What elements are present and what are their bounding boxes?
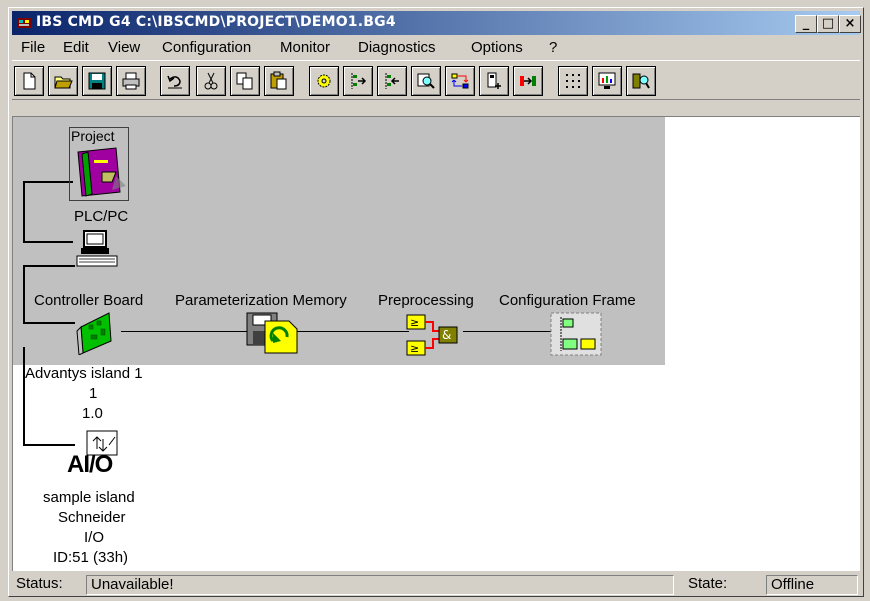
project-label: Project bbox=[71, 128, 115, 144]
preprocessing-label: Preprocessing bbox=[378, 292, 474, 309]
write-config-icon[interactable] bbox=[377, 66, 407, 96]
network-canvas[interactable]: Project PLC/PC Controller Board Paramete… bbox=[12, 116, 860, 571]
grid-icon[interactable] bbox=[558, 66, 588, 96]
minimize-button[interactable]: _ bbox=[795, 15, 817, 33]
undo-icon[interactable] bbox=[160, 66, 190, 96]
menu-file[interactable]: File bbox=[21, 39, 45, 56]
tree-line bbox=[23, 322, 75, 324]
project-book-icon bbox=[77, 147, 126, 197]
controller-board-label: Controller Board bbox=[34, 292, 144, 309]
state-label: State: bbox=[688, 575, 728, 592]
new-file-icon[interactable] bbox=[14, 66, 44, 96]
io-module-text: AI/O bbox=[67, 451, 113, 478]
tree-line bbox=[23, 181, 73, 183]
main-window: IBS CMD G4 C:\IBSCMD\PROJECT\DEMO1.BG4 _… bbox=[8, 7, 864, 597]
search-icon[interactable] bbox=[411, 66, 441, 96]
status-value: Unavailable! bbox=[86, 575, 674, 595]
svg-text:≥: ≥ bbox=[410, 316, 419, 329]
svg-text:&: & bbox=[442, 328, 451, 342]
copy-icon[interactable] bbox=[230, 66, 260, 96]
tree-line bbox=[23, 265, 25, 323]
read-config-icon[interactable] bbox=[343, 66, 373, 96]
config-frame-icon[interactable] bbox=[549, 311, 603, 357]
param-memory-label: Parameterization Memory bbox=[175, 292, 347, 309]
computer-icon[interactable] bbox=[75, 229, 119, 269]
monitor-icon[interactable] bbox=[592, 66, 622, 96]
state-value: Offline bbox=[766, 575, 858, 595]
tree-line bbox=[23, 265, 75, 267]
tree-line bbox=[23, 241, 73, 243]
open-folder-icon[interactable] bbox=[48, 66, 78, 96]
title-bar[interactable]: IBS CMD G4 C:\IBSCMD\PROJECT\DEMO1.BG4 _… bbox=[12, 11, 861, 35]
menu-diagnostics[interactable]: Diagnostics bbox=[358, 39, 436, 56]
maximize-button[interactable]: □ bbox=[817, 15, 839, 33]
print-icon[interactable] bbox=[116, 66, 146, 96]
bus-line bbox=[121, 331, 249, 332]
config-frame-label: Configuration Frame bbox=[499, 292, 636, 309]
status-label: Status: bbox=[16, 575, 63, 592]
window-title: IBS CMD G4 C:\IBSCMD\PROJECT\DEMO1.BG4 bbox=[36, 14, 396, 30]
compare-icon[interactable] bbox=[445, 66, 475, 96]
preprocessing-icon[interactable]: ≥ ≥ & bbox=[405, 313, 467, 359]
controller-board-icon[interactable] bbox=[73, 309, 119, 355]
toolbar bbox=[12, 60, 860, 100]
menu-configuration[interactable]: Configuration bbox=[162, 39, 251, 56]
settings-gear-icon[interactable] bbox=[309, 66, 339, 96]
menu-help[interactable]: ? bbox=[549, 39, 557, 56]
tree-line bbox=[23, 444, 75, 446]
plc-label: PLC/PC bbox=[74, 208, 129, 225]
svg-text:≥: ≥ bbox=[410, 342, 419, 355]
project-node[interactable]: Project bbox=[69, 127, 129, 201]
tree-line bbox=[23, 347, 25, 445]
menu-options[interactable]: Options bbox=[471, 39, 523, 56]
bus-line bbox=[297, 331, 409, 332]
bus-line bbox=[463, 331, 561, 332]
menu-monitor[interactable]: Monitor bbox=[280, 39, 330, 56]
menu-view[interactable]: View bbox=[108, 39, 140, 56]
tree-line bbox=[23, 181, 25, 243]
device-id: ID:51 (33h) bbox=[53, 549, 129, 566]
island-number: 1 bbox=[89, 385, 98, 402]
param-memory-icon[interactable] bbox=[245, 311, 299, 355]
device-type: I/O bbox=[84, 529, 105, 546]
paste-icon[interactable] bbox=[264, 66, 294, 96]
cut-icon[interactable] bbox=[196, 66, 226, 96]
device-add-icon[interactable] bbox=[479, 66, 509, 96]
menu-bar: File Edit View Configuration Monitor Dia… bbox=[12, 37, 860, 59]
transfer-icon[interactable] bbox=[513, 66, 543, 96]
device-vendor: Schneider bbox=[58, 509, 126, 526]
app-icon bbox=[17, 18, 31, 28]
menu-edit[interactable]: Edit bbox=[63, 39, 89, 56]
diagnostics-icon[interactable] bbox=[626, 66, 656, 96]
island-name: Advantys island 1 bbox=[25, 365, 143, 382]
close-button[interactable]: × bbox=[839, 15, 861, 33]
island-address: 1.0 bbox=[82, 405, 103, 422]
save-disk-icon[interactable] bbox=[82, 66, 112, 96]
status-bar: Status: Unavailable! State: Offline bbox=[12, 575, 860, 595]
device-name: sample island bbox=[43, 489, 135, 506]
